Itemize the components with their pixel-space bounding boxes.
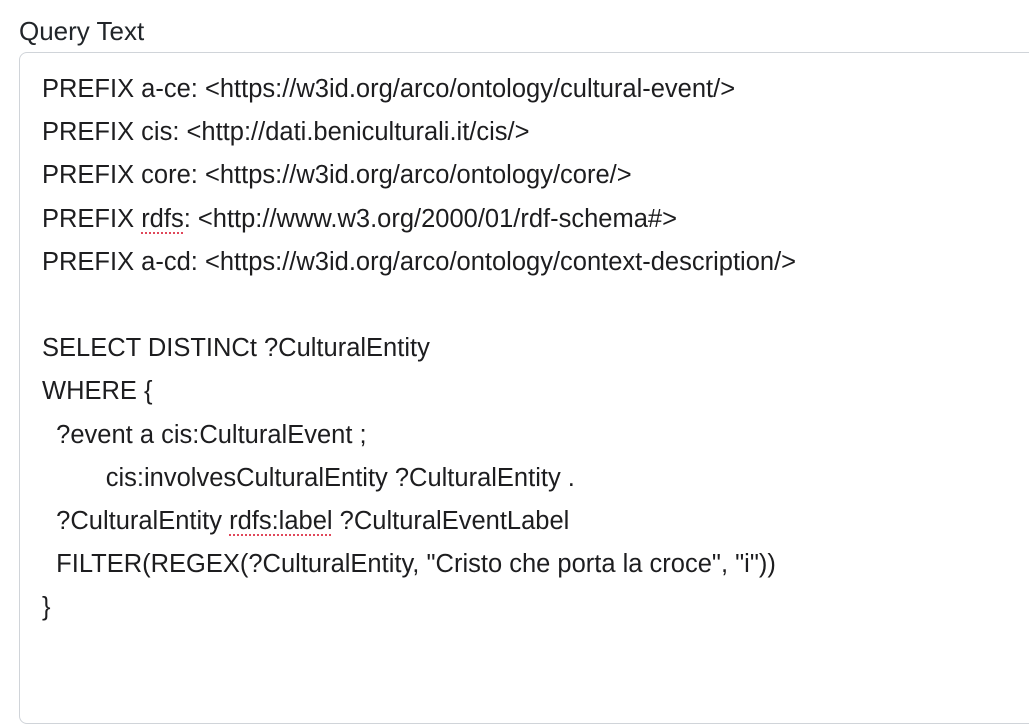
query-line-segment: PREFIX (42, 204, 142, 233)
query-line: SELECT DISTINCt ?CulturalEntity (42, 334, 430, 363)
spellcheck-flagged-word[interactable]: rdfs (141, 205, 184, 233)
query-line-segment: ?CulturalEventLabel (332, 506, 570, 535)
query-line-segment: ?CulturalEntity (42, 506, 230, 535)
query-text-content[interactable]: PREFIX a-ce: <https://w3id.org/arco/onto… (42, 68, 1028, 629)
query-textarea[interactable]: PREFIX a-ce: <https://w3id.org/arco/onto… (19, 52, 1029, 724)
query-line: PREFIX cis: <http://dati.beniculturali.i… (42, 118, 530, 147)
query-line (42, 284, 1028, 327)
query-line: FILTER(REGEX(?CulturalEntity, "Cristo ch… (42, 550, 776, 579)
query-line: PREFIX a-ce: <https://w3id.org/arco/onto… (42, 75, 736, 103)
spellcheck-flagged-word[interactable]: rdfs:label (229, 507, 332, 535)
query-line: cis:involvesCulturalEntity ?CulturalEnti… (42, 463, 575, 492)
query-line: PREFIX a-cd: <https://w3id.org/arco/onto… (42, 247, 797, 276)
query-text-label: Query Text (19, 16, 145, 46)
query-line: ?event a cis:CulturalEvent ; (42, 420, 367, 449)
query-line: PREFIX core: <https://w3id.org/arco/onto… (42, 161, 632, 190)
query-line-segment: : <http://www.w3.org/2000/01/rdf-schema#… (183, 204, 677, 233)
query-line: WHERE { (42, 377, 153, 406)
query-line: ?CulturalEntity rdfs:label ?CulturalEven… (42, 500, 1028, 543)
query-line: } (42, 593, 51, 622)
query-line: PREFIX rdfs: <http://www.w3.org/2000/01/… (42, 198, 1028, 241)
